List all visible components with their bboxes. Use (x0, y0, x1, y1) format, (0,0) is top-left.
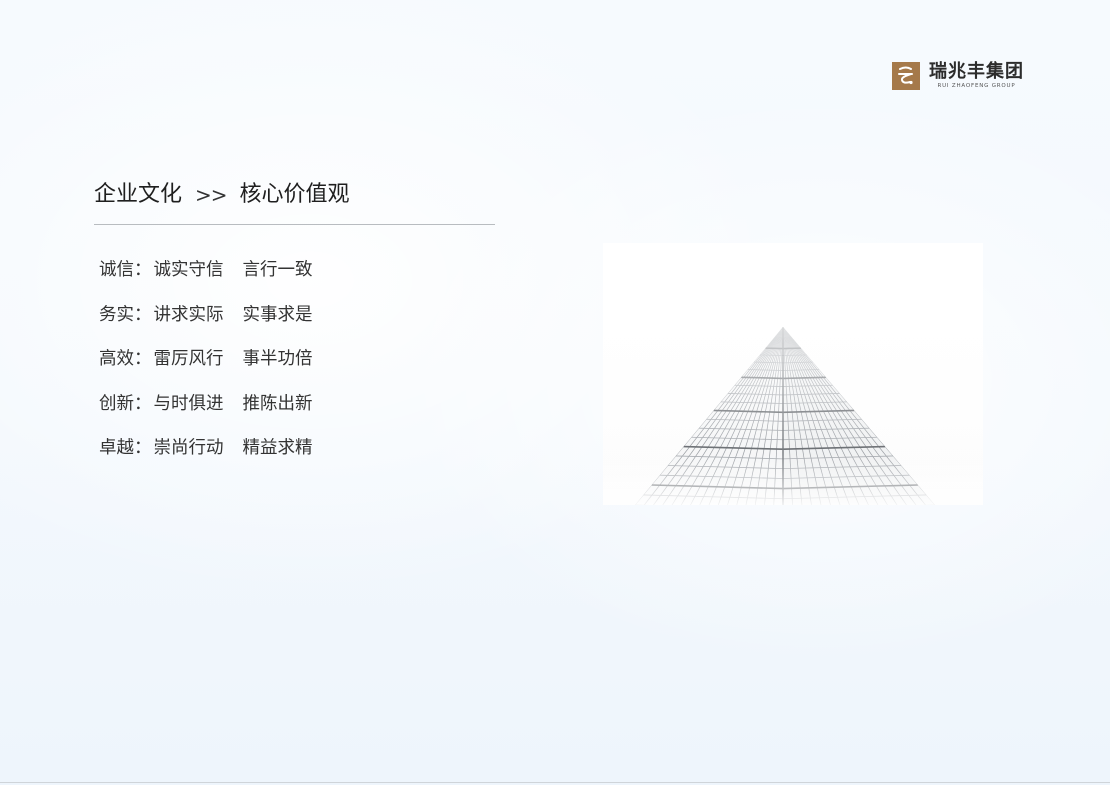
logo-text: 瑞兆丰集团 RUI ZHAOFENG GROUP (929, 62, 1024, 90)
building-image (603, 243, 983, 505)
logo-name-en: RUI ZHAOFENG GROUP (937, 83, 1016, 89)
logo-symbol-icon (898, 66, 913, 85)
heading-separator: >> (195, 183, 228, 207)
value-phrase-2: 精益求精 (242, 438, 313, 458)
page-bottom-border (0, 782, 1110, 783)
value-item-integrity: 诚信：诚实守信 言行一致 (99, 256, 313, 301)
building-illustration (603, 243, 983, 505)
company-logo: 瑞兆丰集团 RUI ZHAOFENG GROUP (892, 62, 1024, 90)
value-phrase-1: 雷厉风行 (153, 349, 224, 369)
heading-section: 企业文化 (94, 182, 183, 207)
value-colon: ： (134, 438, 152, 458)
value-name: 务实 (99, 304, 134, 325)
value-name: 诚信 (99, 260, 134, 280)
value-item-excellence: 卓越：崇尚行动 精益求精 (99, 434, 313, 479)
value-phrase-1: 与时俱进 (153, 393, 224, 414)
value-name: 高效 (99, 349, 134, 369)
value-colon: ： (134, 349, 152, 369)
heading-divider (94, 224, 495, 225)
value-item-efficiency: 高效：雷厉风行 事半功倍 (99, 345, 313, 390)
value-phrase-1: 崇尚行动 (153, 438, 224, 458)
logo-mark (892, 62, 920, 90)
value-phrase-2: 推陈出新 (242, 393, 313, 414)
value-name: 创新 (99, 393, 134, 414)
value-phrase-2: 言行一致 (242, 260, 313, 280)
page-heading: 企业文化 >> 核心价值观 (94, 180, 350, 210)
core-values-list: 诚信：诚实守信 言行一致 务实：讲求实际 实事求是 高效：雷厉风行 事半功倍 创新：与… (99, 256, 313, 479)
value-phrase-1: 讲求实际 (153, 304, 224, 325)
value-phrase-2: 实事求是 (242, 304, 313, 325)
value-item-innovation: 创新：与时俱进 推陈出新 (99, 390, 313, 435)
value-colon: ： (134, 304, 152, 325)
value-item-pragmatism: 务实：讲求实际 实事求是 (99, 301, 313, 346)
value-colon: ： (134, 260, 152, 280)
value-phrase-1: 诚实守信 (153, 260, 224, 280)
value-name: 卓越 (99, 438, 134, 458)
logo-name-cn: 瑞兆丰集团 (929, 61, 1024, 82)
heading-title: 核心价值观 (239, 182, 350, 207)
value-phrase-2: 事半功倍 (242, 349, 313, 369)
value-colon: ： (134, 393, 152, 414)
